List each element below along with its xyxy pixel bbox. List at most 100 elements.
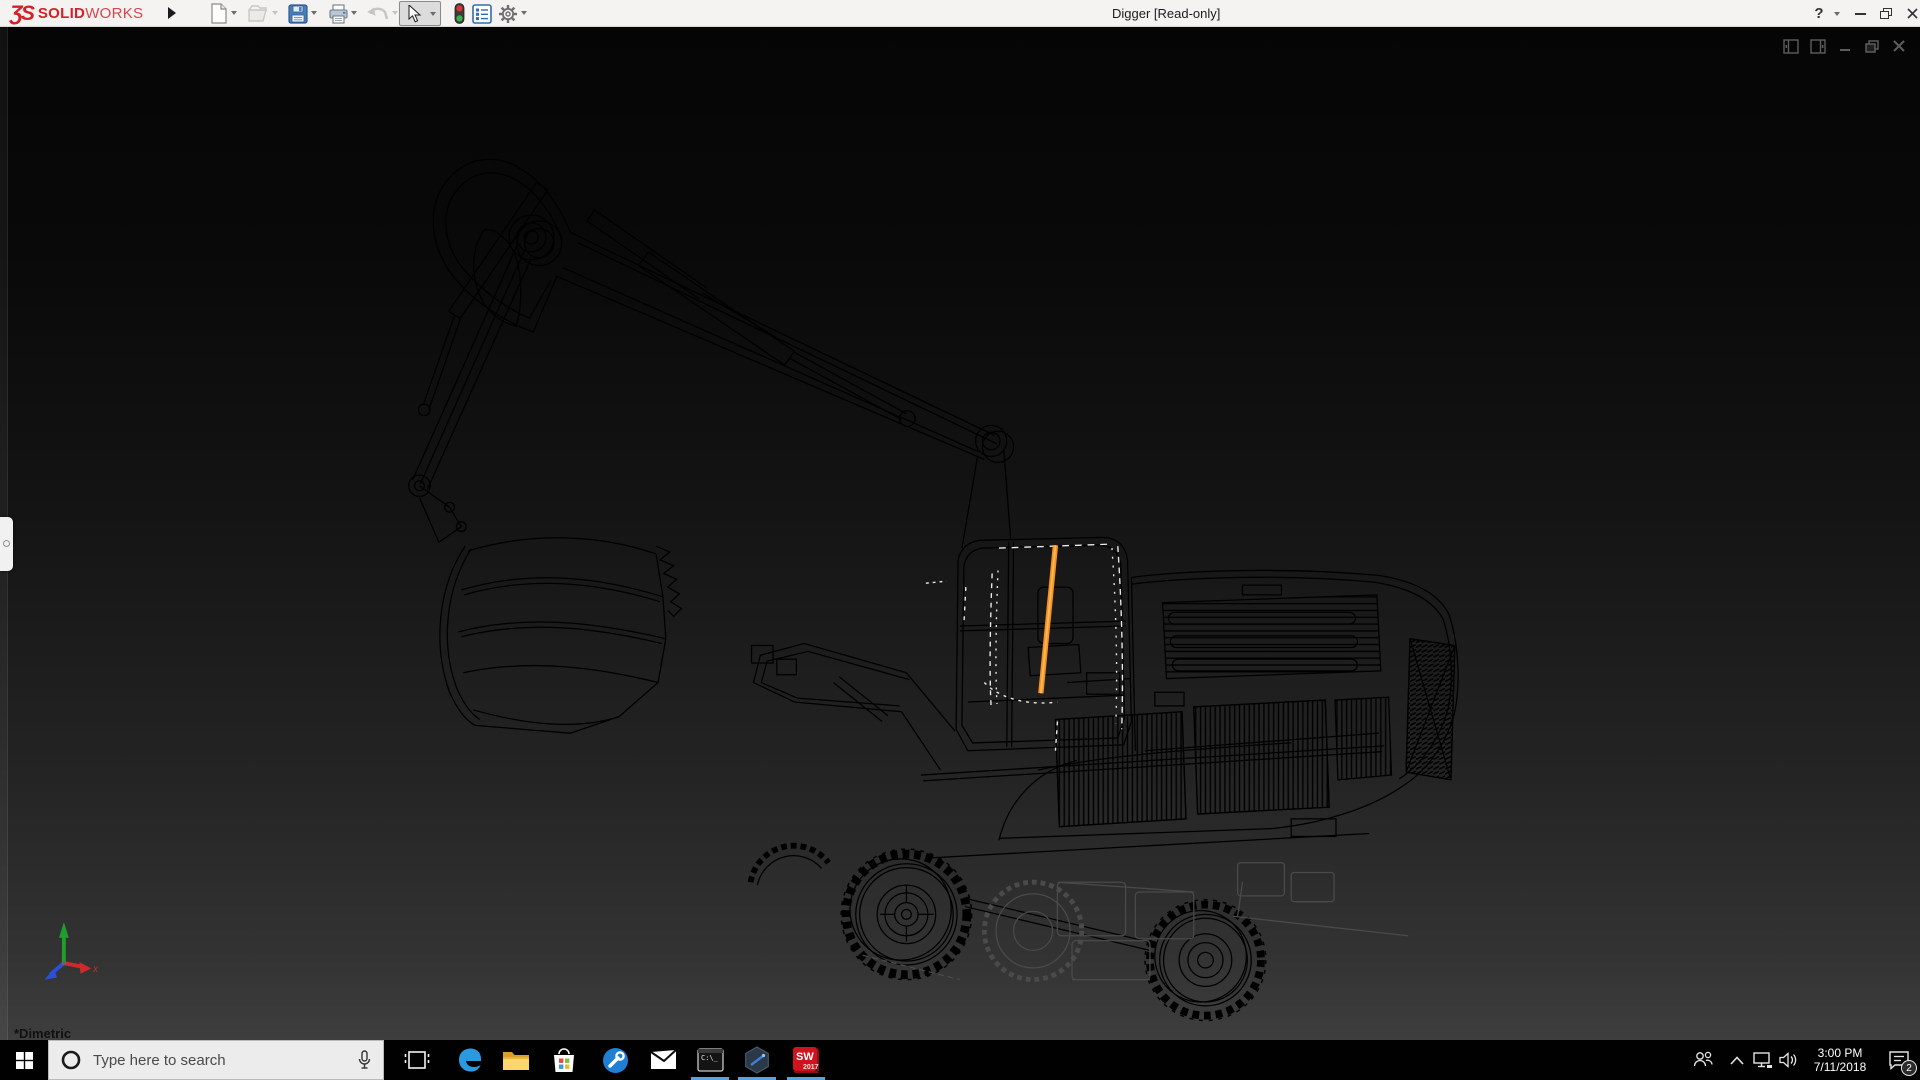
panel-flyout-tab[interactable] [0,517,13,571]
orientation-triad[interactable]: x [44,922,99,979]
sw-year: 2017 [803,1064,819,1071]
command-prompt-button[interactable]: C:\_ [687,1040,733,1080]
mail-button[interactable] [640,1040,686,1080]
notification-badge: 2 [1901,1060,1917,1076]
save-button[interactable] [286,2,310,25]
selected-edge[interactable] [1041,545,1056,693]
wireframe-edges [409,159,1458,1020]
taskbar-search[interactable] [48,1040,384,1080]
wheel-front-left [841,849,972,980]
wrench-circle-icon [602,1047,629,1074]
microphone-icon[interactable] [357,1050,372,1070]
restore-button[interactable] [1874,0,1898,27]
new-document-icon [209,3,228,24]
save-floppy-icon [288,4,308,24]
display-pane-button[interactable] [470,2,494,25]
document-window-controls [1782,37,1908,55]
options-button[interactable] [496,2,520,25]
speaker-icon [1779,1052,1799,1068]
open-dropdown[interactable] [272,11,278,15]
chevron-up-icon [1730,1056,1744,1065]
file-explorer-button[interactable] [493,1040,539,1080]
start-button[interactable] [0,1040,48,1080]
task-view-icon [404,1049,430,1071]
doc-close-icon [1892,39,1906,53]
save-dropdown[interactable] [311,11,317,15]
people-icon [1692,1051,1714,1069]
clock-date: 7/11/2018 [1802,1060,1878,1074]
hexagon-app-icon [743,1046,771,1074]
open-folder-icon [247,4,269,24]
new-document-button[interactable] [206,2,230,25]
solidworks-2017-button[interactable]: SW 2017 [783,1040,829,1080]
panel-right-icon [1810,39,1826,54]
search-input[interactable] [93,1052,323,1069]
cmd-prompt-text: C:\_ [701,1054,719,1062]
undo-dropdown[interactable] [392,11,398,15]
solidworks-logo-mark: ƷS [10,2,33,26]
panel-left-button[interactable] [1782,37,1800,55]
doc-minimize-icon [1838,39,1852,54]
clock-time: 3:00 PM [1802,1046,1878,1060]
task-view-button[interactable] [394,1040,440,1080]
command-prompt-icon: C:\_ [697,1048,724,1072]
select-tool-button[interactable] [399,1,441,26]
wheel-rear-left [751,846,829,885]
edge-button[interactable] [447,1040,493,1080]
mail-envelope-icon [650,1049,677,1071]
close-button[interactable] [1900,0,1920,27]
window-title: Digger [Read-only] [1112,6,1220,21]
hexagon-app-button[interactable] [734,1040,780,1080]
traffic-light-icon [454,3,465,24]
settings-tool-button[interactable] [592,1040,638,1080]
doc-close-button[interactable] [1890,37,1908,55]
taskbar: C:\_ SW 2017 [0,1040,1920,1080]
taskbar-clock[interactable]: 3:00 PM 7/11/2018 [1802,1046,1878,1074]
close-icon [1907,8,1918,19]
titlebar: ƷS SOLID WORKS [0,0,1920,27]
tray-overflow-button[interactable] [1724,1040,1750,1080]
print-icon [328,4,349,24]
undo-button[interactable] [366,2,390,25]
select-cursor-icon [408,5,422,23]
view-orientation-label: *Dimetric [14,1026,71,1040]
people-button[interactable] [1690,1040,1716,1080]
solidworks-2017-icon: SW 2017 [791,1045,821,1075]
triad-x-label: x [92,964,99,975]
network-button[interactable] [1750,1040,1776,1080]
select-dropdown[interactable] [430,12,436,16]
help-button[interactable]: ? [1808,0,1830,27]
network-icon [1753,1052,1773,1069]
print-dropdown[interactable] [351,11,357,15]
sw-letters: SW [796,1051,814,1063]
undo-arrow-icon [367,5,389,23]
rebuild-button[interactable] [447,2,471,25]
edge-icon [456,1046,484,1074]
minimize-button[interactable] [1848,0,1872,27]
cortana-icon [61,1050,81,1070]
gear-icon [498,4,518,24]
new-document-dropdown[interactable] [231,11,237,15]
doc-minimize-button[interactable] [1836,37,1854,55]
store-icon [551,1047,577,1073]
doc-restore-button[interactable] [1863,37,1881,55]
property-list-icon [472,4,492,24]
volume-button[interactable] [1776,1040,1802,1080]
menu-expand-arrow-icon[interactable] [168,7,176,19]
store-button[interactable] [541,1040,587,1080]
flyout-expand-icon [3,540,10,547]
open-button[interactable] [246,2,270,25]
panel-left-icon [1783,39,1799,54]
panel-right-button[interactable] [1809,37,1827,55]
folder-icon [502,1048,530,1072]
action-center-button[interactable]: 2 [1878,1040,1920,1080]
print-button[interactable] [326,2,350,25]
digger-wireframe-model[interactable]: x [0,27,1920,1040]
help-dropdown[interactable] [1834,12,1840,16]
solidworks-logo: ƷS SOLID WORKS [10,2,143,25]
windows-logo-icon [16,1052,33,1069]
doc-restore-icon [1864,39,1880,54]
graphics-viewport[interactable]: x [0,27,1920,1040]
system-tray: 3:00 PM 7/11/2018 2 [1690,1040,1920,1080]
options-dropdown[interactable] [521,11,527,15]
